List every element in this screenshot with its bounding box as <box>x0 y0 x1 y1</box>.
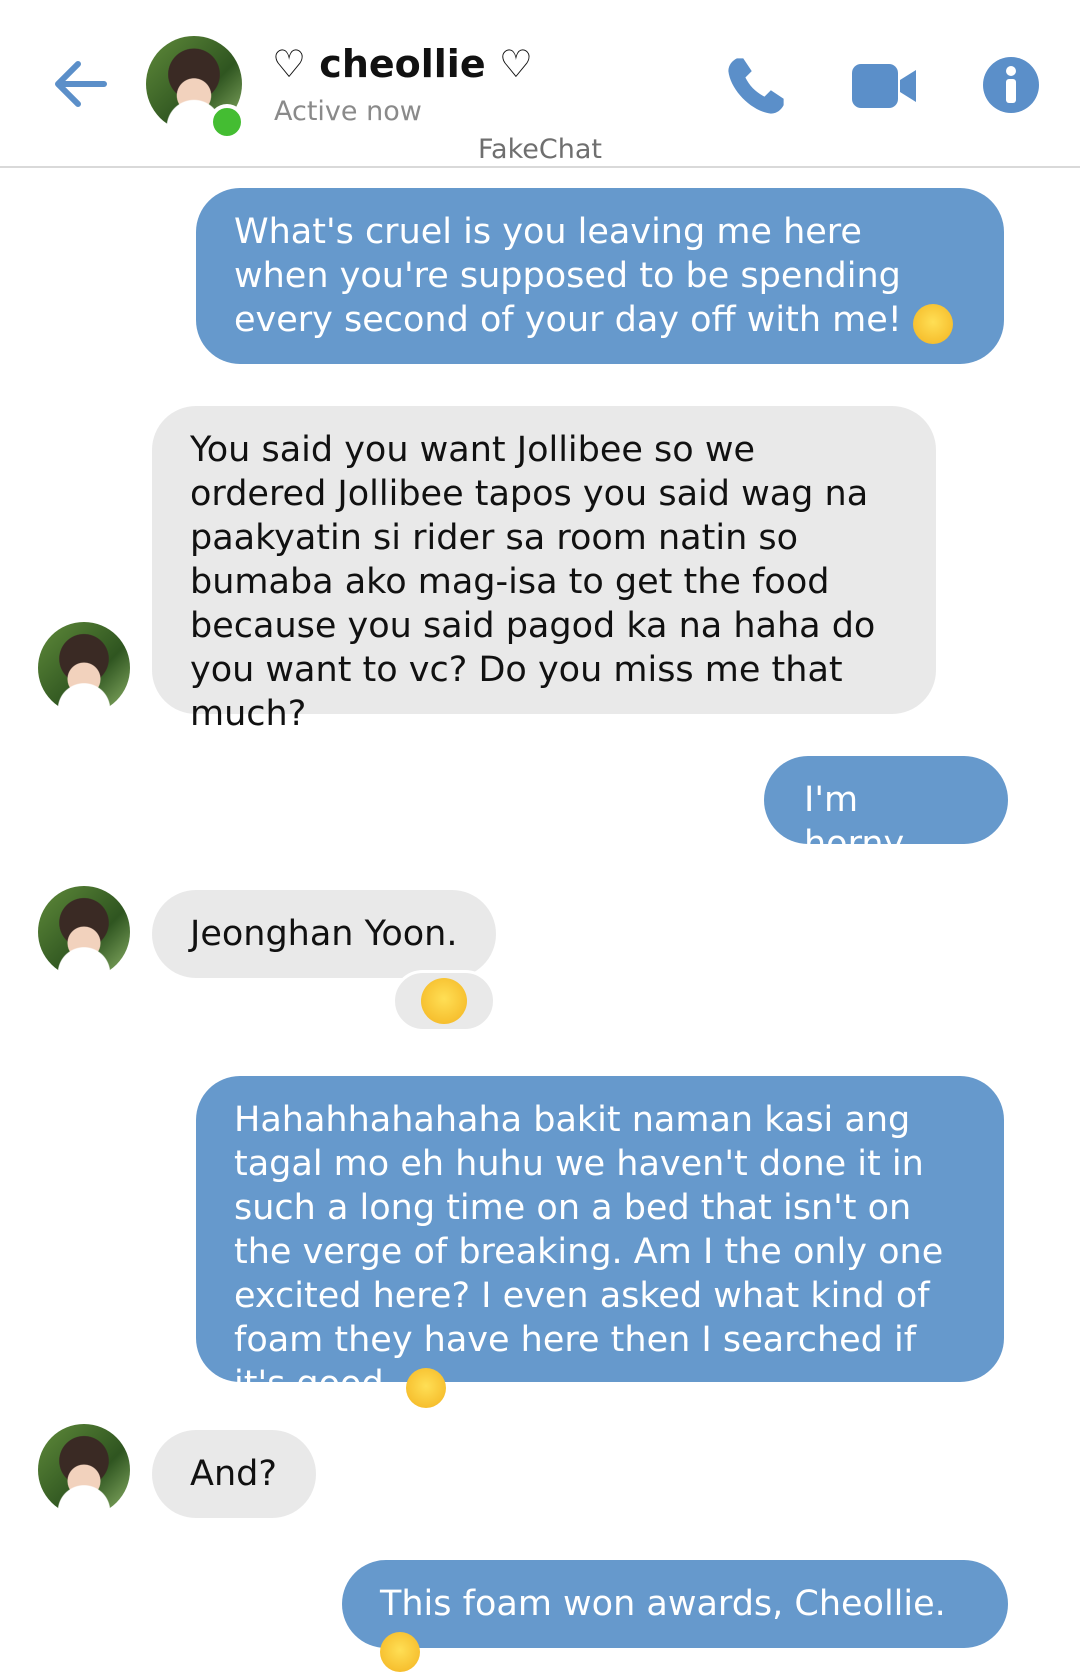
sent-message[interactable]: This foam won awards, Cheollie. 😭 <box>342 1560 1008 1672</box>
message-text: What's cruel is you leaving me here when… <box>234 212 902 340</box>
back-arrow-icon[interactable] <box>48 52 112 116</box>
laughing-squint-emoji-icon: 😆 <box>421 978 467 1024</box>
angry-huff-emoji-icon: 😤 <box>912 304 953 344</box>
message-text: This foam won awards, Cheollie. <box>380 1584 946 1624</box>
sent-message[interactable]: Hahahhahahaha bakit naman kasi ang tagal… <box>196 1076 1004 1408</box>
message-text: Jeonghan Yoon. <box>190 914 458 954</box>
message-text: I'm horny. <box>804 780 911 864</box>
sent-message[interactable]: I'm horny. <box>764 756 1008 864</box>
info-icon[interactable] <box>982 56 1040 114</box>
phone-icon[interactable] <box>722 52 790 120</box>
contact-avatar[interactable] <box>38 1424 130 1516</box>
active-status: Active now <box>274 96 422 127</box>
received-message[interactable]: Jeonghan Yoon. <box>152 890 496 978</box>
app-watermark: FakeChat <box>478 134 602 165</box>
message-reaction[interactable]: 😆 <box>392 970 496 1032</box>
message-text: Hahahhahahaha bakit naman kasi ang tagal… <box>234 1100 944 1404</box>
contact-avatar[interactable] <box>38 622 130 714</box>
sent-message[interactable]: What's cruel is you leaving me here when… <box>196 188 1004 364</box>
chat-header: ♡ cheollie ♡ Active now FakeChat <box>0 0 1080 168</box>
received-message[interactable]: You said you want Jollibee so we ordered… <box>152 406 936 734</box>
contact-name[interactable]: ♡ cheollie ♡ <box>272 42 533 86</box>
message-text: And? <box>190 1454 277 1494</box>
loudly-crying-emoji-icon: 😭 <box>405 1368 446 1408</box>
loudly-crying-emoji-icon: 😭 <box>380 1632 420 1672</box>
video-camera-icon[interactable] <box>850 58 918 114</box>
message-text: You said you want Jollibee so we ordered… <box>190 430 876 734</box>
contact-avatar[interactable] <box>38 886 130 978</box>
received-message[interactable]: And? <box>152 1430 316 1518</box>
